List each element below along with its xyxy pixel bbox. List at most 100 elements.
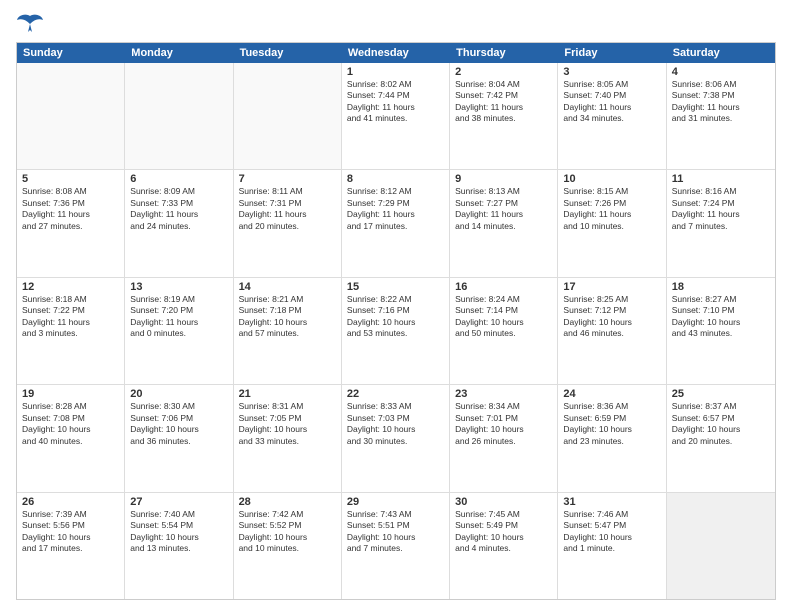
cell-info: Sunrise: 7:39 AMSunset: 5:56 PMDaylight:… bbox=[22, 509, 119, 555]
cell-info: Sunrise: 8:21 AMSunset: 7:18 PMDaylight:… bbox=[239, 294, 336, 340]
day-number: 24 bbox=[563, 388, 660, 400]
header-cell-tuesday: Tuesday bbox=[234, 43, 342, 63]
calendar-cell: 30Sunrise: 7:45 AMSunset: 5:49 PMDayligh… bbox=[450, 493, 558, 599]
calendar-cell: 20Sunrise: 8:30 AMSunset: 7:06 PMDayligh… bbox=[125, 385, 233, 491]
calendar-body: 1Sunrise: 8:02 AMSunset: 7:44 PMDaylight… bbox=[17, 63, 775, 599]
calendar-cell: 31Sunrise: 7:46 AMSunset: 5:47 PMDayligh… bbox=[558, 493, 666, 599]
cell-info: Sunrise: 7:46 AMSunset: 5:47 PMDaylight:… bbox=[563, 509, 660, 555]
calendar-cell: 5Sunrise: 8:08 AMSunset: 7:36 PMDaylight… bbox=[17, 170, 125, 276]
cell-info: Sunrise: 8:22 AMSunset: 7:16 PMDaylight:… bbox=[347, 294, 444, 340]
day-number: 16 bbox=[455, 281, 552, 293]
cell-info: Sunrise: 8:19 AMSunset: 7:20 PMDaylight:… bbox=[130, 294, 227, 340]
day-number: 30 bbox=[455, 496, 552, 508]
calendar-cell: 8Sunrise: 8:12 AMSunset: 7:29 PMDaylight… bbox=[342, 170, 450, 276]
calendar-cell: 25Sunrise: 8:37 AMSunset: 6:57 PMDayligh… bbox=[667, 385, 775, 491]
day-number: 31 bbox=[563, 496, 660, 508]
day-number: 29 bbox=[347, 496, 444, 508]
day-number: 13 bbox=[130, 281, 227, 293]
cell-info: Sunrise: 7:43 AMSunset: 5:51 PMDaylight:… bbox=[347, 509, 444, 555]
header-cell-monday: Monday bbox=[125, 43, 233, 63]
header-cell-saturday: Saturday bbox=[667, 43, 775, 63]
day-number: 15 bbox=[347, 281, 444, 293]
calendar-row: 26Sunrise: 7:39 AMSunset: 5:56 PMDayligh… bbox=[17, 493, 775, 599]
header-cell-thursday: Thursday bbox=[450, 43, 558, 63]
cell-info: Sunrise: 8:15 AMSunset: 7:26 PMDaylight:… bbox=[563, 186, 660, 232]
logo bbox=[16, 12, 48, 34]
calendar-cell: 21Sunrise: 8:31 AMSunset: 7:05 PMDayligh… bbox=[234, 385, 342, 491]
header-cell-sunday: Sunday bbox=[17, 43, 125, 63]
calendar-cell bbox=[125, 63, 233, 169]
cell-info: Sunrise: 8:18 AMSunset: 7:22 PMDaylight:… bbox=[22, 294, 119, 340]
calendar-cell: 28Sunrise: 7:42 AMSunset: 5:52 PMDayligh… bbox=[234, 493, 342, 599]
calendar-cell: 1Sunrise: 8:02 AMSunset: 7:44 PMDaylight… bbox=[342, 63, 450, 169]
header-cell-wednesday: Wednesday bbox=[342, 43, 450, 63]
day-number: 1 bbox=[347, 66, 444, 78]
calendar-row: 19Sunrise: 8:28 AMSunset: 7:08 PMDayligh… bbox=[17, 385, 775, 492]
day-number: 4 bbox=[672, 66, 770, 78]
cell-info: Sunrise: 8:09 AMSunset: 7:33 PMDaylight:… bbox=[130, 186, 227, 232]
day-number: 25 bbox=[672, 388, 770, 400]
header-cell-friday: Friday bbox=[558, 43, 666, 63]
calendar-cell bbox=[667, 493, 775, 599]
day-number: 9 bbox=[455, 173, 552, 185]
calendar-cell: 16Sunrise: 8:24 AMSunset: 7:14 PMDayligh… bbox=[450, 278, 558, 384]
calendar-header: SundayMondayTuesdayWednesdayThursdayFrid… bbox=[17, 43, 775, 63]
cell-info: Sunrise: 8:16 AMSunset: 7:24 PMDaylight:… bbox=[672, 186, 770, 232]
cell-info: Sunrise: 8:36 AMSunset: 6:59 PMDaylight:… bbox=[563, 401, 660, 447]
calendar-cell: 10Sunrise: 8:15 AMSunset: 7:26 PMDayligh… bbox=[558, 170, 666, 276]
calendar-cell: 26Sunrise: 7:39 AMSunset: 5:56 PMDayligh… bbox=[17, 493, 125, 599]
day-number: 11 bbox=[672, 173, 770, 185]
day-number: 7 bbox=[239, 173, 336, 185]
logo-bird-icon bbox=[16, 12, 44, 34]
cell-info: Sunrise: 8:37 AMSunset: 6:57 PMDaylight:… bbox=[672, 401, 770, 447]
calendar-cell: 15Sunrise: 8:22 AMSunset: 7:16 PMDayligh… bbox=[342, 278, 450, 384]
calendar-cell bbox=[234, 63, 342, 169]
calendar-cell: 13Sunrise: 8:19 AMSunset: 7:20 PMDayligh… bbox=[125, 278, 233, 384]
cell-info: Sunrise: 8:33 AMSunset: 7:03 PMDaylight:… bbox=[347, 401, 444, 447]
calendar-row: 5Sunrise: 8:08 AMSunset: 7:36 PMDaylight… bbox=[17, 170, 775, 277]
day-number: 19 bbox=[22, 388, 119, 400]
calendar-cell: 29Sunrise: 7:43 AMSunset: 5:51 PMDayligh… bbox=[342, 493, 450, 599]
day-number: 5 bbox=[22, 173, 119, 185]
day-number: 20 bbox=[130, 388, 227, 400]
day-number: 27 bbox=[130, 496, 227, 508]
calendar-cell: 22Sunrise: 8:33 AMSunset: 7:03 PMDayligh… bbox=[342, 385, 450, 491]
day-number: 2 bbox=[455, 66, 552, 78]
cell-info: Sunrise: 8:11 AMSunset: 7:31 PMDaylight:… bbox=[239, 186, 336, 232]
calendar-cell: 27Sunrise: 7:40 AMSunset: 5:54 PMDayligh… bbox=[125, 493, 233, 599]
cell-info: Sunrise: 7:42 AMSunset: 5:52 PMDaylight:… bbox=[239, 509, 336, 555]
cell-info: Sunrise: 8:28 AMSunset: 7:08 PMDaylight:… bbox=[22, 401, 119, 447]
calendar-cell: 12Sunrise: 8:18 AMSunset: 7:22 PMDayligh… bbox=[17, 278, 125, 384]
cell-info: Sunrise: 8:30 AMSunset: 7:06 PMDaylight:… bbox=[130, 401, 227, 447]
calendar-cell: 4Sunrise: 8:06 AMSunset: 7:38 PMDaylight… bbox=[667, 63, 775, 169]
calendar-cell: 17Sunrise: 8:25 AMSunset: 7:12 PMDayligh… bbox=[558, 278, 666, 384]
calendar-cell: 14Sunrise: 8:21 AMSunset: 7:18 PMDayligh… bbox=[234, 278, 342, 384]
cell-info: Sunrise: 8:12 AMSunset: 7:29 PMDaylight:… bbox=[347, 186, 444, 232]
day-number: 22 bbox=[347, 388, 444, 400]
cell-info: Sunrise: 8:13 AMSunset: 7:27 PMDaylight:… bbox=[455, 186, 552, 232]
cell-info: Sunrise: 8:31 AMSunset: 7:05 PMDaylight:… bbox=[239, 401, 336, 447]
calendar-cell: 2Sunrise: 8:04 AMSunset: 7:42 PMDaylight… bbox=[450, 63, 558, 169]
day-number: 18 bbox=[672, 281, 770, 293]
day-number: 8 bbox=[347, 173, 444, 185]
day-number: 3 bbox=[563, 66, 660, 78]
calendar-cell: 19Sunrise: 8:28 AMSunset: 7:08 PMDayligh… bbox=[17, 385, 125, 491]
calendar-row: 1Sunrise: 8:02 AMSunset: 7:44 PMDaylight… bbox=[17, 63, 775, 170]
calendar-cell: 7Sunrise: 8:11 AMSunset: 7:31 PMDaylight… bbox=[234, 170, 342, 276]
day-number: 12 bbox=[22, 281, 119, 293]
calendar-row: 12Sunrise: 8:18 AMSunset: 7:22 PMDayligh… bbox=[17, 278, 775, 385]
calendar-cell: 24Sunrise: 8:36 AMSunset: 6:59 PMDayligh… bbox=[558, 385, 666, 491]
day-number: 28 bbox=[239, 496, 336, 508]
cell-info: Sunrise: 7:45 AMSunset: 5:49 PMDaylight:… bbox=[455, 509, 552, 555]
calendar-cell: 3Sunrise: 8:05 AMSunset: 7:40 PMDaylight… bbox=[558, 63, 666, 169]
cell-info: Sunrise: 8:27 AMSunset: 7:10 PMDaylight:… bbox=[672, 294, 770, 340]
day-number: 10 bbox=[563, 173, 660, 185]
calendar: SundayMondayTuesdayWednesdayThursdayFrid… bbox=[16, 42, 776, 600]
cell-info: Sunrise: 8:34 AMSunset: 7:01 PMDaylight:… bbox=[455, 401, 552, 447]
cell-info: Sunrise: 7:40 AMSunset: 5:54 PMDaylight:… bbox=[130, 509, 227, 555]
cell-info: Sunrise: 8:04 AMSunset: 7:42 PMDaylight:… bbox=[455, 79, 552, 125]
cell-info: Sunrise: 8:02 AMSunset: 7:44 PMDaylight:… bbox=[347, 79, 444, 125]
calendar-cell: 23Sunrise: 8:34 AMSunset: 7:01 PMDayligh… bbox=[450, 385, 558, 491]
calendar-cell: 6Sunrise: 8:09 AMSunset: 7:33 PMDaylight… bbox=[125, 170, 233, 276]
cell-info: Sunrise: 8:05 AMSunset: 7:40 PMDaylight:… bbox=[563, 79, 660, 125]
